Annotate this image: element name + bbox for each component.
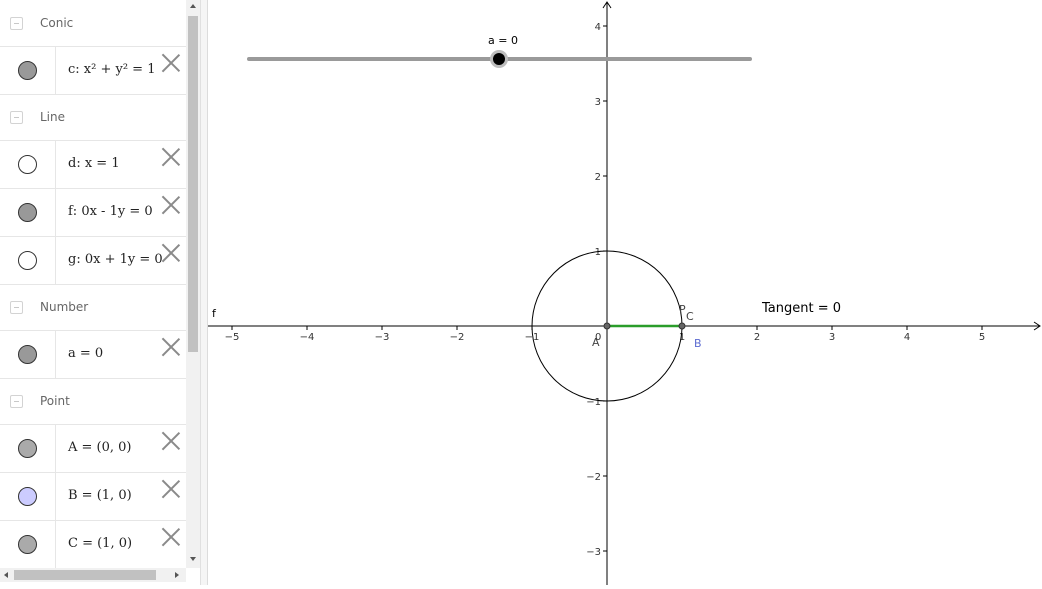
algebra-expression[interactable]: f: 0x - 1y = 0 <box>68 204 153 219</box>
visibility-toggle[interactable] <box>0 47 56 94</box>
slider-label: a = 0 <box>488 34 518 47</box>
visibility-marble-icon[interactable] <box>18 61 37 80</box>
group-header-conic[interactable]: Conic <box>0 0 186 46</box>
y-tick-label: 1 <box>595 247 601 258</box>
scroll-down-arrow-icon[interactable] <box>190 557 196 561</box>
y-tick-label: 4 <box>595 22 601 33</box>
label-C: C <box>686 310 694 323</box>
group-label: Number <box>40 300 89 314</box>
visibility-toggle[interactable] <box>0 425 56 472</box>
algebra-view: Conic c: x² + y² = 1 Line d: x = 1 f: 0x - 1… <box>0 0 186 568</box>
algebra-expression[interactable]: c: x² + y² = 1 <box>68 62 155 77</box>
label-B: B <box>694 337 702 350</box>
collapse-toggle-icon[interactable] <box>10 111 23 124</box>
x-tick-label: −3 <box>375 332 390 343</box>
algebra-expression[interactable]: a = 0 <box>68 346 103 361</box>
label-P: P <box>679 303 686 316</box>
visibility-marble-icon[interactable] <box>18 203 37 222</box>
y-tick-label: −3 <box>586 547 601 558</box>
tangent-text: Tangent = 0 <box>761 301 841 316</box>
delete-icon[interactable] <box>161 337 181 357</box>
slider-handle[interactable] <box>493 53 505 65</box>
label-f: f <box>212 307 217 320</box>
y-tick-label: −2 <box>586 472 601 483</box>
group-header-point[interactable]: Point <box>0 378 186 424</box>
slider-a[interactable]: a = 0 <box>247 34 752 68</box>
algebra-row[interactable]: A = (0, 0) <box>0 424 186 473</box>
x-tick-label: 3 <box>829 332 835 343</box>
visibility-toggle[interactable] <box>0 189 56 236</box>
visibility-marble-icon[interactable] <box>18 439 37 458</box>
y-tick-label: 3 <box>595 97 601 108</box>
algebra-expression[interactable]: C = (1, 0) <box>68 536 132 551</box>
algebra-row[interactable]: c: x² + y² = 1 <box>0 46 186 95</box>
delete-icon[interactable] <box>161 147 181 167</box>
x-tick-label: −4 <box>300 332 315 343</box>
delete-icon[interactable] <box>161 431 181 451</box>
view-divider[interactable] <box>200 0 208 585</box>
x-tick-label: 2 <box>754 332 760 343</box>
visibility-toggle[interactable] <box>0 141 56 188</box>
group-header-line[interactable]: Line <box>0 94 186 140</box>
algebra-horizontal-scrollbar[interactable] <box>0 568 186 582</box>
group-header-number[interactable]: Number <box>0 284 186 330</box>
x-tick-label: 4 <box>904 332 910 343</box>
point-A[interactable] <box>603 322 611 330</box>
delete-icon[interactable] <box>161 195 181 215</box>
algebra-row[interactable]: f: 0x - 1y = 0 <box>0 188 186 237</box>
algebra-row[interactable]: d: x = 1 <box>0 140 186 189</box>
x-tick-label: 5 <box>979 332 985 343</box>
algebra-row[interactable]: C = (1, 0) <box>0 520 186 568</box>
visibility-marble-icon[interactable] <box>18 345 37 364</box>
y-tick-label: 2 <box>595 172 601 183</box>
visibility-toggle[interactable] <box>0 473 56 520</box>
visibility-marble-icon[interactable] <box>18 251 37 270</box>
algebra-expression[interactable]: g: 0x + 1y = 0 <box>68 252 163 267</box>
visibility-toggle[interactable] <box>0 237 56 284</box>
group-label: Point <box>40 394 70 408</box>
algebra-row[interactable]: g: 0x + 1y = 0 <box>0 236 186 285</box>
vertical-scroll-thumb[interactable] <box>188 16 198 352</box>
scroll-left-arrow-icon[interactable] <box>4 572 8 578</box>
group-label: Conic <box>40 16 74 30</box>
horizontal-scroll-thumb[interactable] <box>14 570 156 580</box>
visibility-toggle[interactable] <box>0 331 56 378</box>
collapse-toggle-icon[interactable] <box>10 301 23 314</box>
collapse-toggle-icon[interactable] <box>10 17 23 30</box>
visibility-marble-icon[interactable] <box>18 155 37 174</box>
group-label: Line <box>40 110 66 124</box>
algebra-expression[interactable]: B = (1, 0) <box>68 488 132 503</box>
scroll-right-arrow-icon[interactable] <box>175 572 179 578</box>
graphics-canvas[interactable]: −5 −4 −3 −2 −1 0 1 2 3 4 5−3−2−11234 f A B P C Tan… <box>208 0 1042 585</box>
scroll-up-arrow-icon[interactable] <box>190 4 196 8</box>
graphics-view[interactable]: −5 −4 −3 −2 −1 0 1 2 3 4 5 −3 −2 −1 1 2 3 4 f A B P C Tan… <box>208 0 1042 585</box>
visibility-toggle[interactable] <box>0 521 56 568</box>
algebra-row[interactable]: a = 0 <box>0 330 186 379</box>
visibility-marble-icon[interactable] <box>18 535 37 554</box>
x-tick-label: −2 <box>450 332 465 343</box>
point-C[interactable] <box>678 322 686 330</box>
delete-icon[interactable] <box>161 527 181 547</box>
algebra-row[interactable]: B = (1, 0) <box>0 472 186 521</box>
label-A: A <box>592 336 600 349</box>
x-tick-label: −5 <box>225 332 240 343</box>
algebra-expression[interactable]: A = (0, 0) <box>68 440 132 455</box>
delete-icon[interactable] <box>161 243 181 263</box>
algebra-vertical-scrollbar[interactable] <box>186 0 200 568</box>
delete-icon[interactable] <box>161 53 181 73</box>
delete-icon[interactable] <box>161 479 181 499</box>
algebra-expression[interactable]: d: x = 1 <box>68 156 120 171</box>
collapse-toggle-icon[interactable] <box>10 395 23 408</box>
visibility-marble-icon[interactable] <box>18 487 37 506</box>
